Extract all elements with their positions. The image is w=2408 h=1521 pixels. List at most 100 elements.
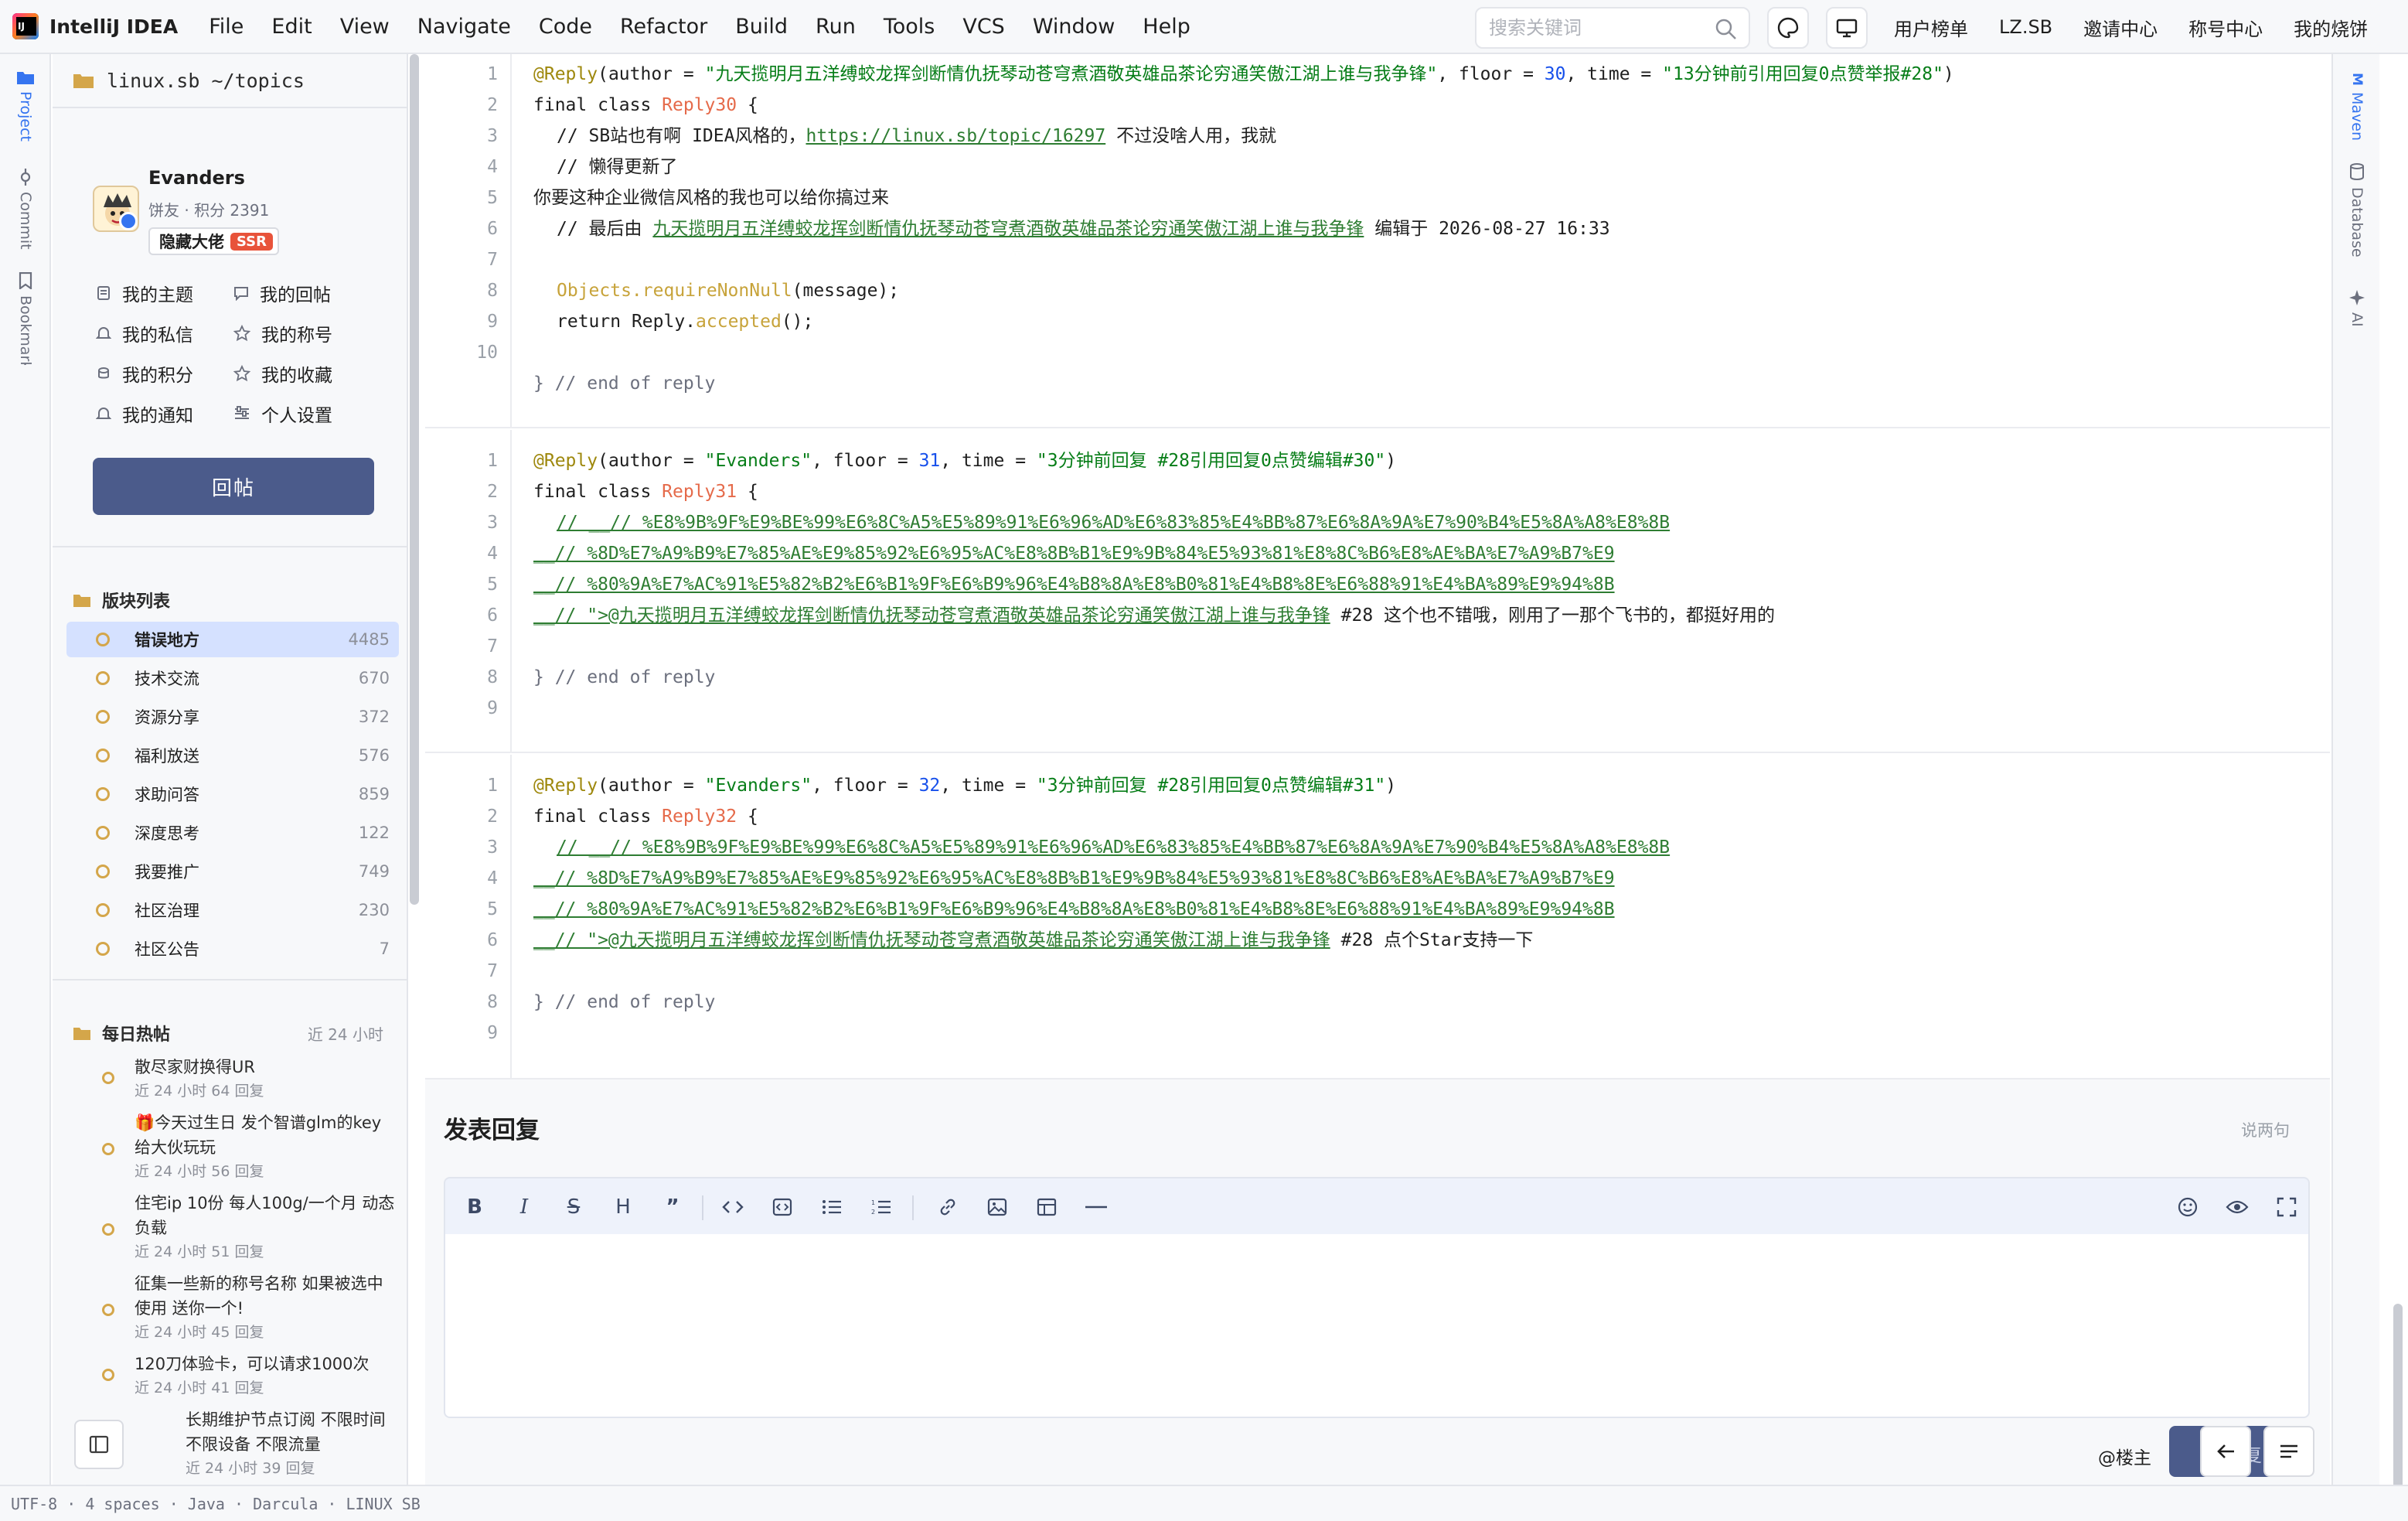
commit-tool-button[interactable]: Commit — [0, 169, 51, 250]
display-button[interactable] — [1826, 7, 1868, 49]
menu-file[interactable]: File — [209, 15, 244, 39]
link-title-center[interactable]: 称号中心 — [2188, 14, 2263, 41]
category-item[interactable]: 求助问答 859 — [66, 776, 399, 812]
menu-run[interactable]: Run — [816, 15, 856, 39]
code-block-icon[interactable] — [767, 1192, 798, 1223]
bullet-list-icon[interactable] — [816, 1192, 847, 1223]
link-my-shaobing[interactable]: 我的烧饼 — [2294, 14, 2368, 41]
encoded-link[interactable]: __// %8D%E7%A9%B9%E7%85%AE%E9%85%92%E6%9… — [533, 538, 1615, 569]
strikethrough-icon[interactable]: S — [558, 1192, 589, 1223]
ordered-list-icon[interactable]: 12 — [866, 1192, 897, 1223]
menu-view[interactable]: View — [340, 15, 390, 39]
italic-icon[interactable]: I — [509, 1192, 540, 1223]
panel-scrollbar[interactable] — [410, 54, 419, 905]
new-reply-button[interactable]: 回帖 — [93, 458, 374, 515]
category-item[interactable]: 资源分享 372 — [66, 699, 399, 735]
my-notifications-item[interactable]: 我的通知 — [96, 401, 193, 427]
bookmarks-tool-button[interactable]: Bookmarks — [0, 272, 51, 365]
category-item[interactable]: 深度思考 122 — [66, 815, 399, 851]
menu-tools[interactable]: Tools — [884, 15, 935, 39]
hot-post-item[interactable]: 120刀体验卡，可以请求1000次 近 24 小时 41 回复 — [102, 1352, 396, 1400]
menu-help[interactable]: Help — [1143, 15, 1190, 39]
bold-icon[interactable]: B — [459, 1192, 490, 1223]
preview-icon[interactable] — [2222, 1192, 2253, 1223]
reply-author[interactable]: Evanders — [715, 451, 801, 471]
line-number: 7 — [487, 636, 498, 656]
link-user-ranking[interactable]: 用户榜单 — [1894, 14, 1968, 41]
hot-posts-range: 近 24 小时 — [307, 1025, 383, 1044]
mention-op-link[interactable]: @楼主 — [2098, 1443, 2151, 1469]
hot-post-item[interactable]: 散尽家财换得UR 近 24 小时 64 回复 — [102, 1055, 396, 1103]
emoji-icon[interactable] — [2172, 1192, 2203, 1223]
search-input[interactable] — [1489, 17, 1705, 39]
category-item[interactable]: 错误地方 4485 — [66, 622, 399, 657]
hot-post-item[interactable]: 长期维护节点订阅 不限时间 不限设备 不限流量 近 24 小时 39 回复 — [153, 1407, 400, 1480]
editor-user-link[interactable]: 九天揽明月五洋缚蛟龙挥剑断情仇抚琴动苍穹煮酒敬英雄品茶论穷通笑傲江湖上谁与我争锋 — [652, 219, 1364, 239]
encoded-link[interactable]: // __// %E8%9B%9F%E9%BE%99%E6%8C%A5%E5%8… — [557, 507, 1670, 538]
my-messages-item[interactable]: 我的私信 — [96, 320, 193, 346]
syntax-token: ) — [1943, 64, 1954, 84]
hot-post-item[interactable]: 住宅ip 10份 每人100g/一个月 动态负载 近 24 小时 51 回复 — [102, 1191, 396, 1264]
settings-item[interactable]: 个人设置 — [233, 401, 332, 427]
reply-author[interactable]: 九天揽明月五洋缚蛟龙挥剑断情仇抚琴动苍穹煮酒敬英雄品茶论穷通笑傲江湖上谁与我争锋 — [715, 64, 1426, 84]
menu-navigate[interactable]: Navigate — [417, 15, 511, 39]
category-item[interactable]: 我要推广 749 — [66, 854, 399, 889]
bookmark-icon — [19, 272, 32, 289]
category-name: 社区公告 — [135, 940, 199, 959]
category-item[interactable]: 社区治理 230 — [66, 892, 399, 928]
fullscreen-icon[interactable] — [2271, 1192, 2302, 1223]
category-item[interactable]: 社区公告 7 — [66, 931, 399, 967]
user-name[interactable]: Evanders — [148, 167, 245, 189]
topic-link[interactable]: https://linux.sb/topic/16297 — [806, 126, 1105, 146]
mention-link[interactable]: __// ">@九天揽明月五洋缚蛟龙挥剑断情仇抚琴动苍穹煮酒敬英雄品茶论穷通笑傲… — [533, 930, 1330, 950]
reply-textarea[interactable] — [444, 1234, 2310, 1418]
code-line: 9 — [425, 693, 2330, 724]
menu-build[interactable]: Build — [735, 15, 788, 39]
hot-posts-header[interactable]: 每日热帖 近 24 小时 — [73, 1021, 397, 1045]
menu-vcs[interactable]: VCS — [962, 15, 1004, 39]
my-favorites-item[interactable]: 我的收藏 — [233, 360, 332, 387]
menu-edit[interactable]: Edit — [271, 15, 312, 39]
link-icon[interactable] — [932, 1192, 963, 1223]
encoded-link[interactable]: __// %80%9A%E7%AC%91%E5%82%B2%E6%B1%9F%E… — [533, 894, 1615, 925]
image-icon[interactable] — [982, 1192, 1013, 1223]
my-topics-item[interactable]: 我的主题 — [96, 280, 193, 306]
category-item[interactable]: 技术交流 670 — [66, 660, 399, 696]
avatar[interactable] — [93, 186, 139, 232]
encoded-link[interactable]: // __// %E8%9B%9F%E9%BE%99%E6%8C%A5%E5%8… — [557, 832, 1670, 863]
link-lz-sb[interactable]: LZ.SB — [1999, 16, 2052, 38]
horizontal-rule-icon[interactable] — [1081, 1192, 1112, 1223]
my-titles-item[interactable]: 我的称号 — [233, 320, 332, 346]
menu-refactor[interactable]: Refactor — [620, 15, 707, 39]
project-tool-button[interactable]: Project — [0, 70, 51, 142]
my-replies-item[interactable]: 我的回帖 — [233, 280, 331, 306]
heading-icon[interactable]: H — [608, 1192, 639, 1223]
link-invite-center[interactable]: 邀请中心 — [2083, 14, 2158, 41]
code-icon[interactable] — [717, 1192, 748, 1223]
annotation: @Reply — [533, 64, 598, 84]
hot-post-item[interactable]: 🎁今天过生日 发个智谱glm的key给大伙玩玩 近 24 小时 56 回复 — [102, 1110, 396, 1183]
maven-tool-button[interactable]: M Maven — [2333, 73, 2381, 141]
panel-toggle-button[interactable] — [74, 1420, 124, 1469]
encoded-link[interactable]: __// %80%9A%E7%AC%91%E5%82%B2%E6%B1%9F%E… — [533, 569, 1615, 600]
outline-button[interactable] — [2263, 1426, 2314, 1477]
back-button[interactable] — [2200, 1426, 2251, 1477]
encoded-link[interactable]: __// %8D%E7%A9%B9%E7%85%AE%E9%85%92%E6%9… — [533, 863, 1615, 894]
search-icon[interactable] — [1715, 18, 1738, 41]
category-item[interactable]: 福利放送 576 — [66, 738, 399, 773]
editor-scrollbar[interactable] — [2393, 1304, 2403, 1489]
hot-post-item[interactable]: 征集一些新的称号名称 如果被选中使用 送你一个! 近 24 小时 45 回复 — [102, 1271, 396, 1344]
database-tool-button[interactable]: Database — [2333, 162, 2381, 264]
quote-icon[interactable]: ” — [657, 1192, 688, 1223]
ai-tool-button[interactable]: AI — [2333, 289, 2381, 327]
reply-composer: 发表回复 说两句 B I S H ” 12 @楼主 复 — [425, 1079, 2330, 1485]
my-points-item[interactable]: 我的积分 — [96, 360, 193, 387]
line-number: 1 — [487, 776, 498, 796]
reply-author[interactable]: Evanders — [715, 776, 801, 796]
menu-code[interactable]: Code — [539, 15, 592, 39]
theme-toggle-button[interactable] — [1767, 7, 1809, 49]
mention-link[interactable]: __// ">@九天揽明月五洋缚蛟龙挥剑断情仇抚琴动苍穹煮酒敬英雄品茶论穷通笑傲… — [533, 605, 1330, 626]
table-icon[interactable] — [1031, 1192, 1062, 1223]
categories-header[interactable]: 版块列表 — [73, 588, 390, 612]
menu-window[interactable]: Window — [1033, 15, 1115, 39]
